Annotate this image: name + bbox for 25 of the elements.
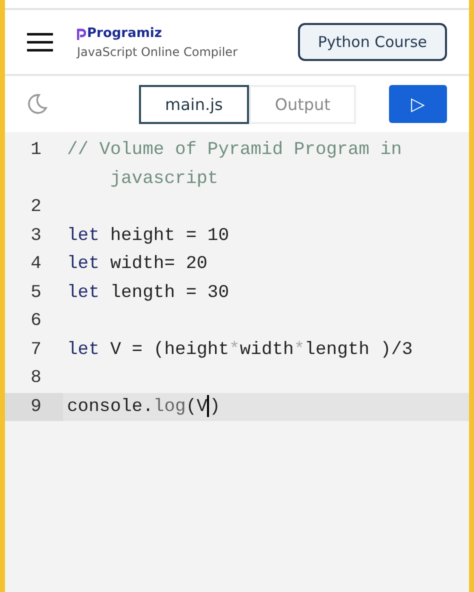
code-editor[interactable]: 1 // Volume of Pyramid Program in javascript 2 3 let height = 10 4 let width= 20 5 let length = 30 6 7 let V = (height*width*length )/3 8 9 console.log(V)	[5, 132, 469, 592]
line-number: 4	[30, 253, 42, 276]
line-number: 8	[30, 367, 42, 390]
line-number: 5	[30, 282, 42, 304]
file-tab[interactable]: Output	[248, 84, 356, 124]
moon-icon[interactable]	[25, 92, 49, 116]
line-number: 6	[30, 310, 42, 333]
run-button[interactable]: ▷	[389, 85, 447, 123]
line-number: 9	[5, 392, 63, 421]
line-number: 3	[30, 224, 42, 248]
code-line: let V = (height*width*length )/3	[66, 338, 414, 362]
code-line: console.log(V)	[66, 394, 222, 419]
menu-icon[interactable]	[27, 32, 53, 52]
course-button[interactable]: Python Course	[298, 23, 447, 61]
page-subtitle: JavaScript Online Compiler	[77, 44, 238, 58]
code-line: let length = 30	[66, 282, 230, 304]
brand-name: Programiz	[87, 26, 162, 40]
code-line: // Volume of Pyramid Program in javascript	[66, 139, 403, 190]
line-number: 7	[30, 338, 42, 362]
file-tab[interactable]: main.js	[139, 84, 249, 124]
line-number: 2	[30, 196, 42, 219]
code-line: let width= 20	[66, 253, 208, 276]
code-line: let height = 10	[66, 224, 230, 248]
line-number: 1	[30, 139, 42, 162]
logo-icon	[77, 26, 86, 40]
